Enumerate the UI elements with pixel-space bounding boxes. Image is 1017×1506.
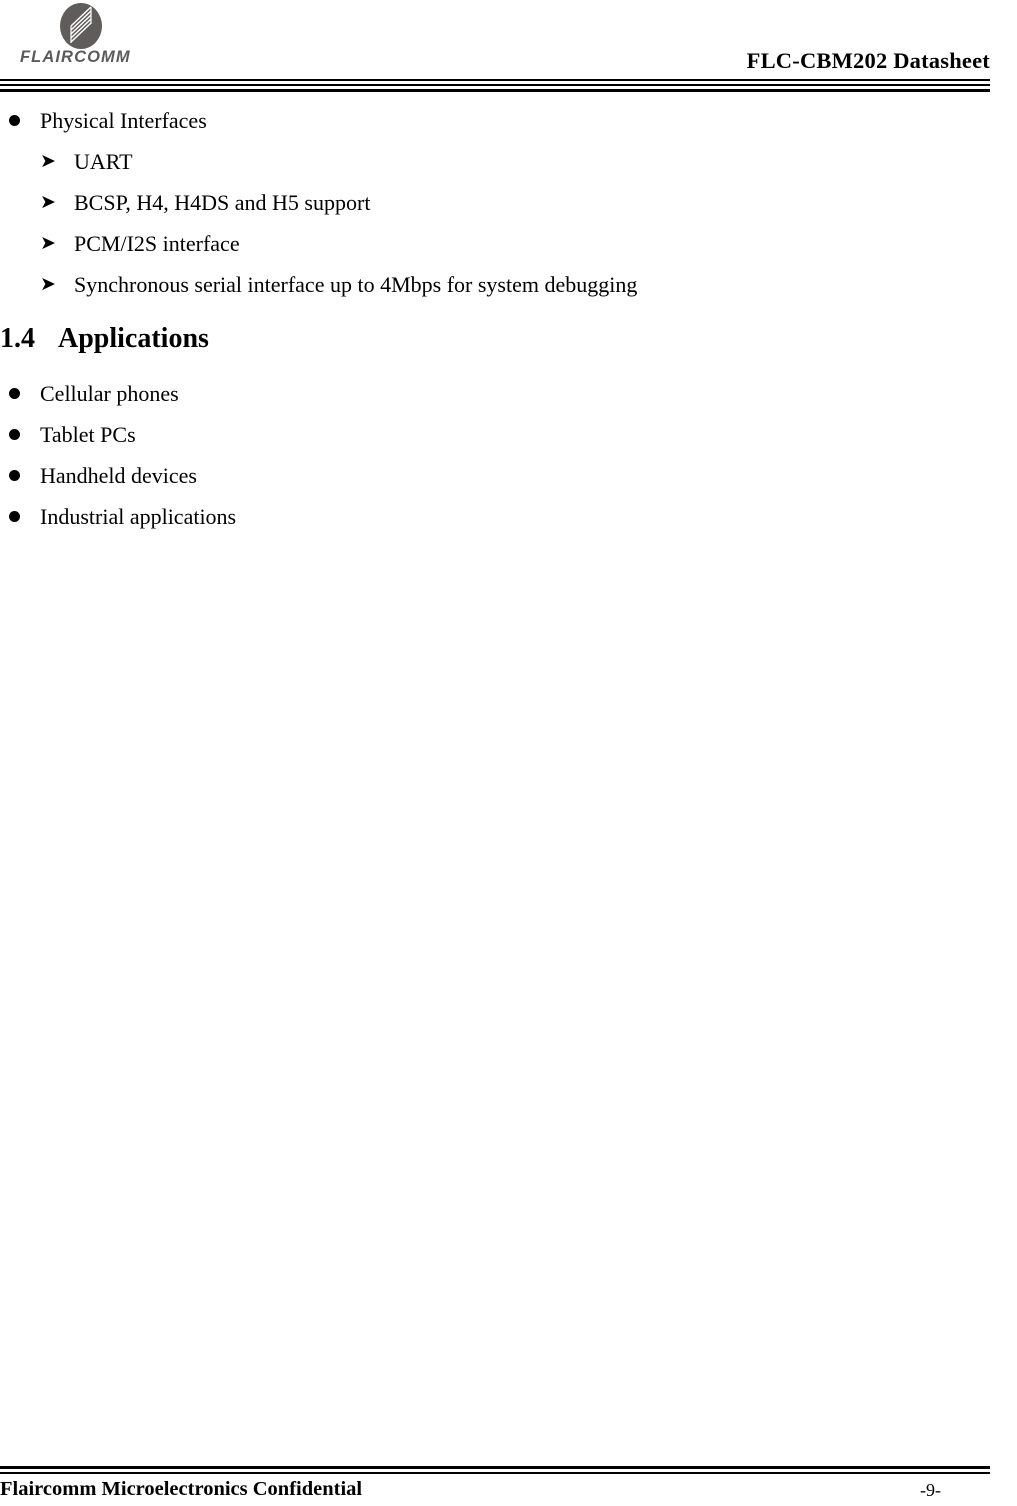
footer-rule-line-2: [0, 1472, 990, 1474]
footer-rule-line-1: [0, 1466, 990, 1469]
list-item-label: UART: [74, 149, 133, 174]
bullet-dot-icon: [9, 388, 20, 399]
bullet-dot-icon: [9, 429, 20, 440]
page-footer: Flaircomm Microelectronics Confidential …: [0, 1466, 1017, 1506]
header-rule-line-1: [0, 79, 990, 81]
footer-page-number: -9-: [920, 1480, 941, 1500]
list-item: ➤ Synchronous serial interface up to 4Mb…: [0, 264, 1017, 305]
document-title: FLC-CBM202 Datasheet: [746, 48, 990, 73]
list-item-label: Physical Interfaces: [40, 108, 207, 133]
datasheet-page: FLAIRCOMM FLC-CBM202 Datasheet Physical …: [0, 0, 1017, 1505]
list-item-label: PCM/I2S interface: [74, 231, 240, 256]
section-heading-number: 1.4: [0, 323, 35, 354]
arrow-bullet-icon: ➤: [40, 150, 56, 172]
arrow-bullet-icon: ➤: [40, 191, 56, 213]
bullet-dot-icon: [9, 115, 20, 126]
list-item: ➤ UART: [0, 141, 1017, 182]
physical-interfaces-sublist: ➤ UART ➤ BCSP, H4, H4DS and H5 support ➤…: [0, 141, 1017, 305]
header-divider-rule: [0, 79, 990, 93]
bullet-dot-icon: [9, 511, 20, 522]
section-heading-applications: 1.4 Applications: [0, 319, 1017, 359]
heading-spacer: [0, 359, 1017, 373]
footer-confidential-notice: Flaircomm Microelectronics Confidential: [0, 1478, 363, 1500]
arrow-bullet-icon: ➤: [40, 232, 56, 254]
list-item-physical-interfaces: Physical Interfaces: [0, 100, 1017, 141]
list-item-label: Tablet PCs: [40, 422, 136, 447]
flaircomm-ellipse-logo-icon: [58, 2, 104, 50]
header-rule-line-3: [0, 89, 990, 92]
logo-wordmark: FLAIRCOMM: [20, 48, 131, 66]
list-item: Handheld devices: [0, 455, 1017, 496]
applications-list: Cellular phones Tablet PCs Handheld devi…: [0, 373, 1017, 537]
page-content: Physical Interfaces ➤ UART ➤ BCSP, H4, H…: [0, 100, 1017, 537]
list-item: ➤ PCM/I2S interface: [0, 223, 1017, 264]
list-item-label: Handheld devices: [40, 463, 197, 488]
list-item: ➤ BCSP, H4, H4DS and H5 support: [0, 182, 1017, 223]
header-rule-line-2: [0, 84, 990, 86]
section-heading-text: Applications: [58, 323, 209, 354]
list-item: Cellular phones: [0, 373, 1017, 414]
list-item-label: Synchronous serial interface up to 4Mbps…: [74, 272, 638, 297]
list-item-label: Industrial applications: [40, 504, 237, 529]
page-header: FLAIRCOMM FLC-CBM202 Datasheet: [0, 0, 1017, 96]
footer-divider-rule: [0, 1466, 990, 1475]
arrow-bullet-icon: ➤: [40, 273, 56, 295]
list-item-label: Cellular phones: [40, 381, 179, 406]
bullet-dot-icon: [9, 470, 20, 481]
list-item: Industrial applications: [0, 496, 1017, 537]
physical-interfaces-list: Physical Interfaces: [0, 100, 1017, 141]
list-item: Tablet PCs: [0, 414, 1017, 455]
list-item-label: BCSP, H4, H4DS and H5 support: [74, 190, 371, 215]
company-logo: FLAIRCOMM: [12, 0, 172, 76]
